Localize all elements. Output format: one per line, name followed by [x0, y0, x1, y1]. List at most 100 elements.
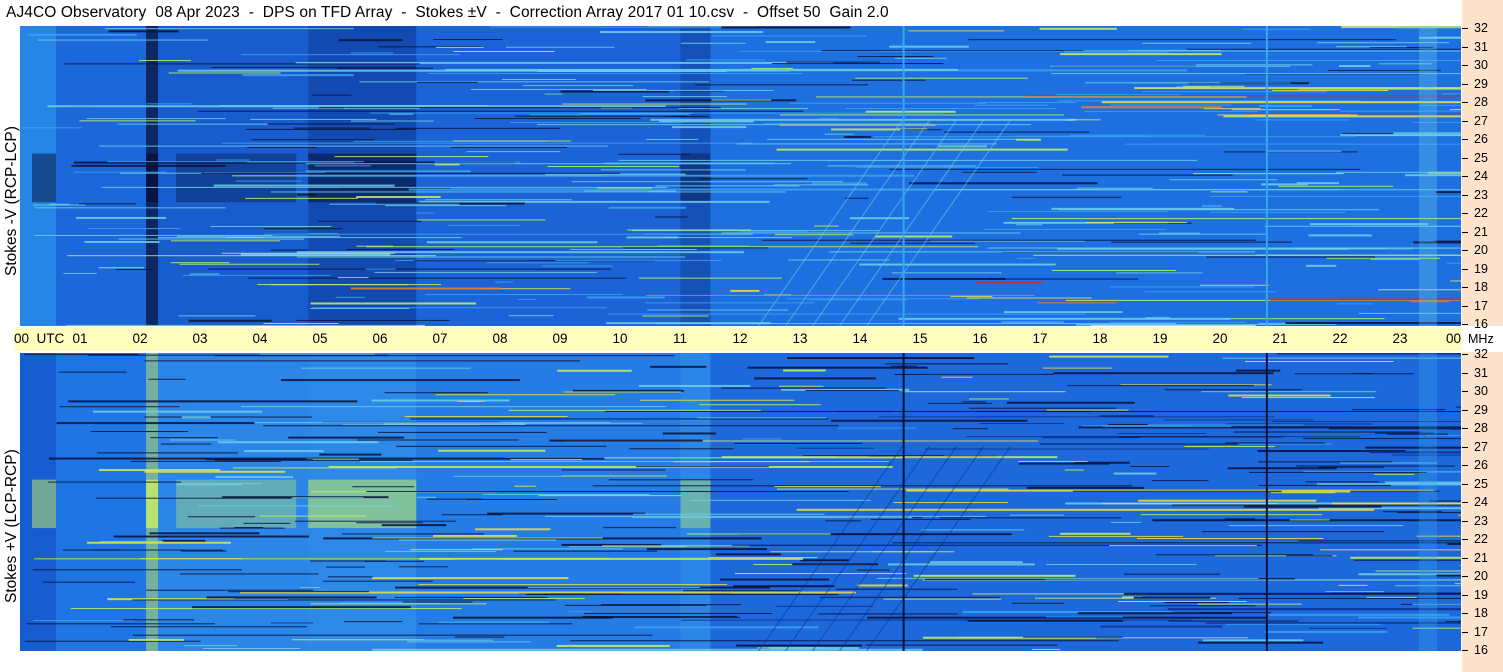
frequency-tick-mark [1462, 324, 1468, 325]
frequency-tick-mark [1462, 139, 1468, 140]
frequency-tick-mark [1462, 305, 1468, 307]
time-tick: 23 [1392, 331, 1408, 346]
frequency-tick-mark [1462, 65, 1468, 66]
time-tick: 13 [792, 331, 808, 346]
frequency-tick: 20 [1474, 243, 1488, 257]
frequency-tick-mark [1462, 465, 1468, 466]
frequency-tick: 24 [1474, 169, 1488, 183]
frequency-tick: 19 [1474, 261, 1488, 276]
mhz-unit-label: MHz [1468, 332, 1494, 346]
frequency-tick-mark [1462, 520, 1468, 522]
time-tick: 03 [192, 331, 208, 346]
time-tick: 11 [672, 331, 688, 346]
time-tick: 10 [612, 331, 628, 346]
frequency-tick: 18 [1474, 280, 1488, 294]
time-tick: 19 [1152, 331, 1168, 346]
frequency-tick-mark [1462, 120, 1468, 122]
frequency-tick-mark [1462, 46, 1468, 48]
spectrogram-top [20, 26, 1461, 326]
frequency-tick: 19 [1474, 587, 1488, 602]
frequency-tick: 32 [1474, 21, 1488, 35]
time-tick: 17 [1032, 331, 1048, 346]
frequency-tick: 21 [1474, 224, 1488, 239]
frequency-tick: 31 [1474, 365, 1488, 380]
spectrogram-svg [20, 353, 1461, 651]
time-tick: 16 [972, 331, 988, 346]
time-tick: 20 [1212, 331, 1228, 346]
frequency-tick: 17 [1474, 624, 1488, 639]
frequency-tick: 30 [1474, 384, 1488, 398]
time-tick: 00 [1446, 331, 1462, 346]
frequency-tick-mark [1462, 446, 1468, 448]
frequency-tick: 26 [1474, 132, 1488, 146]
frequency-tick-mark [1462, 391, 1468, 392]
frequency-tick: 30 [1474, 58, 1488, 72]
time-tick: 18 [1092, 331, 1108, 346]
frequency-tick-mark [1462, 428, 1468, 429]
time-axis: 00 UTC 01 02 03 04 05 06 07 08 09 10 11 12 13 14 15 16 17… [14, 327, 1462, 351]
frequency-tick-mark [1462, 354, 1468, 355]
y-axis-label-top: Stokes -V (RCP-LCP) [3, 126, 20, 276]
frequency-tick-mark [1462, 250, 1468, 251]
frequency-tick-mark [1462, 28, 1468, 29]
frequency-tick-mark [1462, 650, 1468, 651]
time-tick: 09 [552, 331, 568, 346]
spectrogram-bottom [20, 353, 1461, 651]
spectrogram-svg [20, 26, 1461, 326]
frequency-tick: 32 [1474, 347, 1488, 361]
frequency-tick-mark [1462, 287, 1468, 288]
frequency-tick-mark [1462, 539, 1468, 540]
frequency-tick-mark [1462, 409, 1468, 411]
frequency-tick: 29 [1474, 402, 1488, 417]
frequency-tick-mark [1462, 631, 1468, 633]
time-tick: 04 [252, 331, 268, 346]
frequency-tick: 27 [1474, 113, 1488, 128]
frequency-tick-mark [1462, 268, 1468, 270]
frequency-tick: 31 [1474, 39, 1488, 54]
frequency-tick: 27 [1474, 439, 1488, 454]
time-tick: 15 [912, 331, 928, 346]
frequency-tick-mark [1462, 157, 1468, 159]
frequency-tick-mark [1462, 613, 1468, 614]
time-tick: 02 [132, 331, 148, 346]
frequency-tick-mark [1462, 213, 1468, 214]
frequency-tick-mark [1462, 176, 1468, 177]
frequency-tick: 18 [1474, 606, 1488, 620]
time-tick: 08 [492, 331, 508, 346]
frequency-tick: 26 [1474, 458, 1488, 472]
time-tick: 21 [1272, 331, 1288, 346]
frequency-tick: 25 [1474, 150, 1488, 165]
frequency-tick: 16 [1474, 317, 1488, 331]
frequency-tick-mark [1462, 372, 1468, 374]
frequency-tick-mark [1462, 194, 1468, 196]
frequency-axis-top: 16 17 18 19 20 21 22 23 24 25 26 27 28 29 30 31 32 [1462, 0, 1503, 331]
frequency-tick: 16 [1474, 643, 1488, 657]
time-tick: 22 [1332, 331, 1348, 346]
frequency-tick: 25 [1474, 476, 1488, 491]
frequency-tick: 20 [1474, 569, 1488, 583]
time-tick: 01 [72, 331, 88, 346]
time-tick: 00 UTC [14, 331, 65, 346]
y-axis-label-bottom: Stokes +V (LCP-RCP) [3, 449, 20, 603]
time-tick: 05 [312, 331, 328, 346]
frequency-tick-mark [1462, 231, 1468, 233]
frequency-tick-mark [1462, 576, 1468, 577]
frequency-tick: 22 [1474, 206, 1488, 220]
frequency-tick-mark [1462, 102, 1468, 103]
time-tick: 07 [432, 331, 448, 346]
frequency-tick: 21 [1474, 550, 1488, 565]
frequency-tick: 28 [1474, 421, 1488, 435]
frequency-tick: 23 [1474, 187, 1488, 202]
frequency-tick-mark [1462, 483, 1468, 485]
frequency-axis-bottom: 16 17 18 19 20 21 22 23 24 25 26 27 28 29 30 31 32 [1462, 347, 1503, 672]
frequency-tick: 28 [1474, 95, 1488, 109]
time-tick: 12 [732, 331, 748, 346]
frequency-tick: 23 [1474, 513, 1488, 528]
frequency-tick: 24 [1474, 495, 1488, 509]
frequency-tick-mark [1462, 594, 1468, 596]
frequency-tick: 22 [1474, 532, 1488, 546]
time-tick: 06 [372, 331, 388, 346]
chart-title: AJ4CO Observatory 08 Apr 2023 - DPS on T… [6, 4, 889, 21]
frequency-tick: 17 [1474, 298, 1488, 313]
frequency-tick-mark [1462, 83, 1468, 85]
